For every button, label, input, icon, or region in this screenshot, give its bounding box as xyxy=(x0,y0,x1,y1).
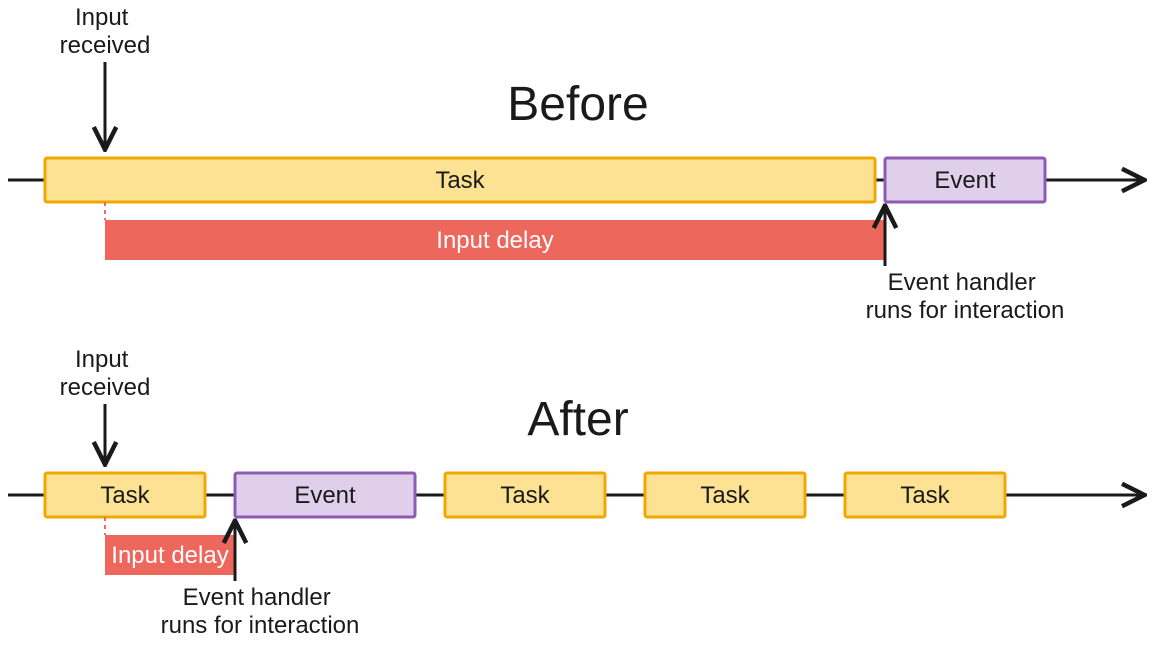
after-task-label-3: Task xyxy=(700,482,750,509)
before-input-received-label: Input received xyxy=(60,4,151,59)
after-task-label-2: Task xyxy=(500,482,550,509)
after-handler-label: Event handler runs for interaction xyxy=(161,584,360,639)
after-task-label-1: Task xyxy=(100,482,150,509)
before-input-delay-label: Input delay xyxy=(436,227,553,254)
before-heading: Before xyxy=(507,78,648,131)
before-section: Before Input received Task Event Input d… xyxy=(8,4,1140,324)
after-heading: After xyxy=(527,393,628,446)
after-task-label-4: Task xyxy=(900,482,950,509)
after-event-label: Event xyxy=(294,482,356,509)
before-task-label: Task xyxy=(435,167,485,194)
after-section: After Input received Task Event Task Tas… xyxy=(8,346,1140,639)
diagram-canvas: Before Input received Task Event Input d… xyxy=(0,0,1155,647)
before-event-label: Event xyxy=(934,167,996,194)
before-handler-label: Event handler runs for interaction xyxy=(866,269,1065,324)
after-input-delay-label: Input delay xyxy=(111,542,228,569)
after-input-received-label: Input received xyxy=(60,346,151,401)
